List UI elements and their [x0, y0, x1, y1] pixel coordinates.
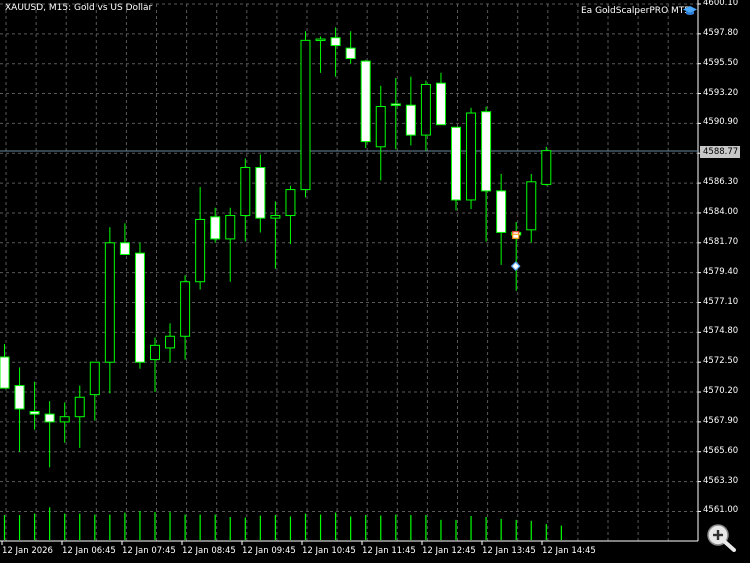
candle-body: [315, 38, 326, 42]
candle-body: [420, 83, 431, 136]
time-tick-label: 12 Jan 2026: [2, 546, 53, 556]
price-tick-label: 4593.20: [703, 87, 739, 98]
price-tick-label: 4579.40: [703, 266, 739, 277]
price-tick-label: 4574.80: [703, 326, 739, 337]
price-tick-label: 4584.00: [703, 206, 739, 217]
candle-body: [330, 37, 341, 47]
candle-body: [150, 344, 160, 361]
candle-body: [0, 356, 10, 389]
candle-body: [405, 104, 416, 136]
candle-body: [134, 252, 145, 363]
candle-body: [89, 361, 100, 396]
time-tick-label: 12 Jan 08:45: [182, 546, 236, 556]
magnifier-zoom-icon[interactable]: [705, 522, 737, 552]
order-close-marker: [510, 261, 521, 272]
order-entry-marker: [512, 233, 520, 239]
candle-body: [466, 112, 477, 201]
price-tick-label: 4590.90: [703, 117, 739, 128]
time-tick-label: 12 Jan 11:45: [362, 546, 416, 556]
candle-body: [541, 150, 552, 185]
expert-advisor-label[interactable]: Ea GoldScalperPRO MT5: [581, 6, 690, 16]
price-tick-label: 4572.50: [703, 356, 739, 367]
candle-body: [59, 416, 70, 423]
candle-body: [451, 126, 461, 201]
candle-body: [195, 218, 206, 283]
candle-body: [240, 167, 251, 217]
candle-body: [165, 335, 176, 349]
candle-body: [496, 190, 507, 233]
candle-body: [119, 242, 130, 255]
time-tick-label: 12 Jan 13:45: [482, 546, 536, 556]
candle-body: [526, 181, 537, 231]
price-tick-label: 4586.30: [703, 177, 739, 188]
candle-body: [255, 167, 266, 219]
candle-body: [375, 106, 386, 148]
price-tick-label: 4577.10: [703, 296, 739, 307]
chart-title: XAUUSD, M15: Gold vs US Dollar: [5, 3, 153, 13]
candle-body: [44, 413, 55, 423]
time-tick-label: 12 Jan 07:45: [122, 546, 176, 556]
price-tick-label: 4581.70: [703, 236, 739, 247]
current-price-label: 4588.77: [700, 146, 740, 158]
price-tick-label: 4600.10: [703, 0, 739, 8]
candle-body: [300, 39, 311, 191]
price-plot[interactable]: [0, 0, 750, 563]
price-tick-label: 4563.30: [703, 475, 739, 486]
candle-body: [225, 215, 236, 240]
candle-body: [481, 111, 492, 192]
price-tick-label: 4597.80: [703, 27, 739, 38]
chart-window[interactable]: { "window": { "title": "XAUUSD, M15: Gol…: [0, 0, 750, 563]
price-tick-label: 4595.50: [703, 57, 739, 68]
price-tick-label: 4565.60: [703, 445, 739, 456]
candle-body: [104, 242, 115, 363]
time-tick-label: 12 Jan 14:45: [542, 546, 596, 556]
candle-body: [285, 189, 296, 217]
candle-body: [210, 216, 221, 240]
time-tick-label: 12 Jan 09:45: [242, 546, 296, 556]
price-tick-label: 4567.90: [703, 415, 739, 426]
candle-body: [29, 411, 40, 415]
time-tick-label: 12 Jan 12:45: [422, 546, 476, 556]
price-tick-label: 4570.20: [703, 386, 739, 397]
candle-body: [180, 281, 191, 337]
candle-body: [360, 60, 371, 143]
time-tick-label: 12 Jan 10:45: [302, 546, 356, 556]
candle-body: [270, 215, 281, 219]
price-tick-label: 4561.00: [703, 505, 739, 516]
time-tick-label: 12 Jan 06:45: [62, 546, 116, 556]
candle-body: [390, 103, 401, 106]
candle-body: [14, 385, 25, 410]
candle-body: [345, 47, 356, 60]
candle-body: [74, 396, 85, 418]
candle-body: [435, 82, 446, 126]
graduation-cap-icon[interactable]: [683, 6, 697, 16]
